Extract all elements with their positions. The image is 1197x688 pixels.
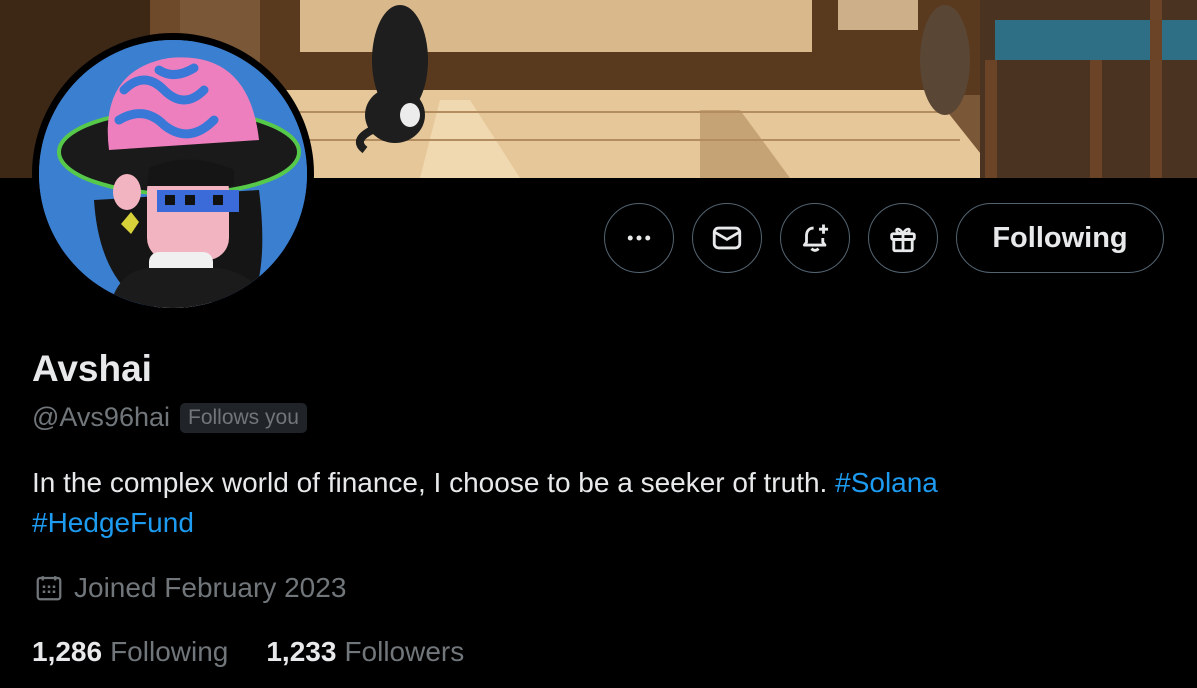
notifications-button[interactable] <box>780 203 850 273</box>
handle-row: @Avs96hai Follows you <box>32 402 307 433</box>
bell-plus-icon <box>802 224 829 252</box>
user-handle: @Avs96hai <box>32 402 170 432</box>
more-options-button[interactable] <box>604 203 674 273</box>
hashtag-link-solana[interactable]: #Solana <box>835 467 938 498</box>
message-button[interactable] <box>692 203 762 273</box>
more-horizontal-icon <box>627 235 651 241</box>
bio-text: In the complex world of finance, I choos… <box>32 467 828 498</box>
profile-avatar[interactable] <box>32 33 314 315</box>
following-button[interactable]: Following <box>956 203 1164 273</box>
profile-bio: In the complex world of finance, I choos… <box>32 463 1132 543</box>
hashtag-link-hedgefund[interactable]: #HedgeFund <box>32 507 194 538</box>
envelope-icon <box>712 226 742 250</box>
following-label: Following <box>110 636 229 667</box>
avatar-image <box>39 40 307 308</box>
followers-label: Followers <box>344 636 465 667</box>
followers-stat-link[interactable]: 1,233 Followers <box>266 636 464 668</box>
followers-count: 1,233 <box>266 636 337 667</box>
display-name: Avshai <box>32 348 152 389</box>
follow-stats: 1,286 Following 1,233 Followers <box>32 636 464 668</box>
follows-you-badge: Follows you <box>180 402 307 433</box>
following-count: 1,286 <box>32 636 103 667</box>
following-stat-link[interactable]: 1,286 Following <box>32 636 228 668</box>
joined-date-text: Joined February 2023 <box>74 572 347 603</box>
calendar-icon <box>36 576 62 601</box>
gift-button[interactable] <box>868 203 938 273</box>
joined-date-row: Joined February 2023 <box>34 572 346 604</box>
gift-icon <box>890 227 916 253</box>
